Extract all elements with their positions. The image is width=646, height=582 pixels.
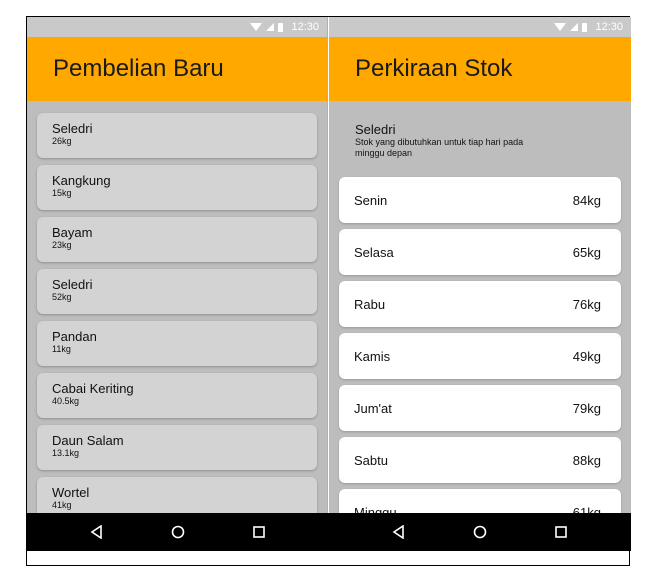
purchase-item-qty: 13.1kg <box>52 448 80 458</box>
status-time: 12:30 <box>595 21 623 33</box>
purchase-item-qty: 11kg <box>52 344 71 354</box>
purchase-item[interactable]: Seledri 52kg <box>37 269 317 314</box>
purchase-item-name: Cabai Keriting <box>52 381 134 396</box>
purchase-item[interactable]: Bayam 23kg <box>37 217 317 262</box>
purchase-content: Seledri 26kg Kangkung 15kg Bayam 23kg Seledri 5… <box>27 101 327 551</box>
home-icon[interactable] <box>168 522 188 542</box>
purchase-item-name: Kangkung <box>52 173 111 188</box>
purchase-item-qty: 52kg <box>52 292 72 302</box>
purchase-item-name: Seledri <box>52 121 93 136</box>
stock-screen: 12:30 Perkiraan Stok Seledri Stok yang d… <box>329 17 631 551</box>
purchase-item-qty: 23kg <box>52 240 72 250</box>
stock-day-label: Sabtu <box>354 452 388 468</box>
screenshot-frame: 12:30 Pembelian Baru Seledri 26kg Kangkung… <box>26 16 631 566</box>
app-bar: Pembelian Baru <box>27 37 327 101</box>
stock-day-label: Senin <box>354 192 388 208</box>
nav-right <box>329 513 631 551</box>
stock-day-qty: 49kg <box>572 348 601 364</box>
signal-icon <box>570 23 579 31</box>
navigation-bar <box>27 513 631 551</box>
stock-day-label: Kamis <box>354 348 391 364</box>
status-time: 12:30 <box>291 21 319 33</box>
stock-day-row[interactable]: Kamis 49kg <box>339 333 621 379</box>
purchase-item-name: Pandan <box>52 329 97 344</box>
stock-day-row[interactable]: Jum'at 79kg <box>339 385 621 431</box>
back-icon[interactable] <box>389 522 409 542</box>
stock-day-label: Rabu <box>354 296 386 312</box>
status-bar: 12:30 <box>329 17 631 37</box>
purchase-item-qty: 40.5kg <box>52 396 80 406</box>
recents-icon[interactable] <box>551 522 571 542</box>
status-bar: 12:30 <box>27 17 327 37</box>
app-bar: Perkiraan Stok <box>329 37 631 101</box>
stock-day-label: Selasa <box>354 244 394 260</box>
purchase-screen: 12:30 Pembelian Baru Seledri 26kg Kangkung… <box>27 17 328 551</box>
stock-day-qty: 79kg <box>572 400 601 416</box>
battery-icon <box>582 22 588 32</box>
stock-item-name: Seledri <box>355 122 396 137</box>
back-icon[interactable] <box>87 522 107 542</box>
purchase-item-qty: 41kg <box>52 500 72 510</box>
purchase-list: Seledri 26kg Kangkung 15kg Bayam 23kg Seledri 5… <box>27 101 327 522</box>
stock-day-label: Jum'at <box>354 400 392 416</box>
stock-day-row[interactable]: Rabu 76kg <box>339 281 621 327</box>
wifi-icon <box>250 23 263 31</box>
stock-day-row[interactable]: Sabtu 88kg <box>339 437 621 483</box>
stock-list: Senin 84kg Selasa 65kg Rabu 76kg Kamis 49kg Jum'… <box>329 177 631 535</box>
purchase-item[interactable]: Pandan 11kg <box>37 321 317 366</box>
stock-header: Seledri Stok yang dibutuhkan untuk tiap … <box>329 101 631 177</box>
stock-day-row[interactable]: Senin 84kg <box>339 177 621 223</box>
home-icon[interactable] <box>470 522 490 542</box>
purchase-item[interactable]: Kangkung 15kg <box>37 165 317 210</box>
purchase-item-name: Wortel <box>52 485 90 500</box>
purchase-item-qty: 26kg <box>52 136 72 146</box>
purchase-item[interactable]: Seledri 26kg <box>37 113 317 158</box>
purchase-item[interactable]: Cabai Keriting 40.5kg <box>37 373 317 418</box>
signal-icon <box>266 23 275 31</box>
battery-icon <box>278 22 284 32</box>
stock-day-qty: 76kg <box>572 296 601 312</box>
wifi-icon <box>554 23 567 31</box>
stock-day-qty: 65kg <box>572 244 601 260</box>
stock-description: Stok yang dibutuhkan untuk tiap hari pad… <box>355 137 524 158</box>
page-title: Pembelian Baru <box>53 55 224 82</box>
stock-day-qty: 88kg <box>572 452 601 468</box>
purchase-item[interactable]: Daun Salam 13.1kg <box>37 425 317 470</box>
purchase-item-name: Daun Salam <box>52 433 124 448</box>
stock-day-row[interactable]: Selasa 65kg <box>339 229 621 275</box>
nav-left <box>27 513 329 551</box>
page-title: Perkiraan Stok <box>355 55 513 82</box>
stock-day-qty: 84kg <box>572 192 601 208</box>
stock-content: Seledri Stok yang dibutuhkan untuk tiap … <box>329 101 631 551</box>
purchase-item-qty: 15kg <box>52 188 72 198</box>
purchase-item-name: Bayam <box>52 225 93 240</box>
recents-icon[interactable] <box>249 522 269 542</box>
purchase-item-name: Seledri <box>52 277 93 292</box>
